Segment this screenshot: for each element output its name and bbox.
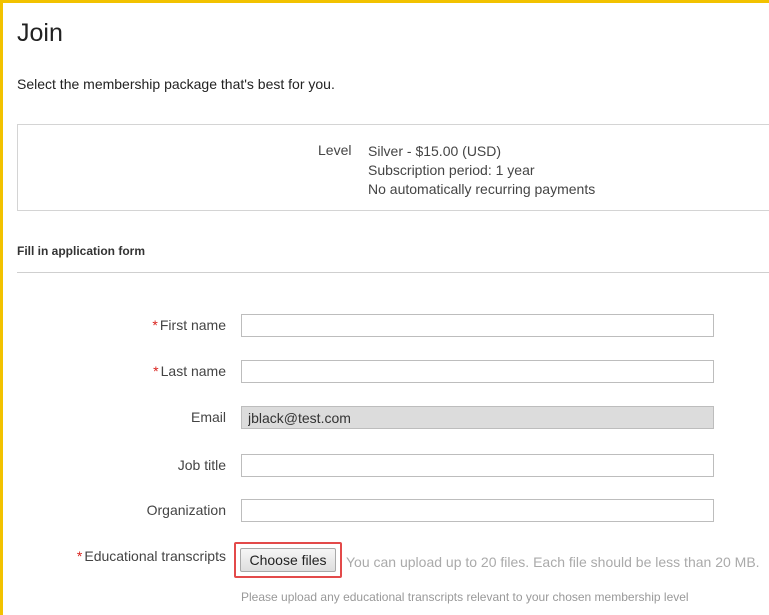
email-field[interactable] [241, 406, 714, 429]
job-title-label: Job title [177, 457, 226, 473]
email-row: Email [3, 406, 769, 430]
required-marker: * [153, 363, 159, 379]
first-name-input[interactable] [241, 314, 714, 337]
last-name-label: * Last name [153, 363, 226, 379]
page-frame: Join Select the membership package that'… [0, 0, 769, 615]
job-title-row: Job title [3, 454, 769, 478]
organization-label: Organization [146, 502, 226, 518]
job-title-input[interactable] [241, 454, 714, 477]
last-name-row: * Last name [3, 360, 769, 384]
required-marker: * [76, 548, 83, 564]
transcripts-help-text: Please upload any educational transcript… [241, 590, 689, 604]
choose-files-highlight: Choose files [234, 542, 342, 578]
application-form-section-title: Fill in application form [17, 244, 146, 258]
upload-limit-hint: You can upload up to 20 files. Each file… [346, 554, 760, 570]
organization-row: Organization [3, 499, 769, 523]
subscription-period: Subscription period: 1 year [368, 162, 535, 178]
first-name-row: * First name [3, 314, 769, 338]
transcripts-label: * Educational transcripts [76, 548, 226, 564]
email-label: Email [190, 409, 226, 425]
membership-package-box: Level Silver - $15.00 (USD) Subscription… [17, 124, 769, 211]
organization-input[interactable] [241, 499, 714, 522]
first-name-label: * First name [152, 317, 226, 333]
recurring-payments-note: No automatically recurring payments [368, 181, 596, 197]
required-marker: * [152, 317, 158, 333]
last-name-input[interactable] [241, 360, 714, 383]
choose-files-button[interactable]: Choose files [240, 548, 336, 572]
section-divider [17, 272, 769, 273]
intro-text: Select the membership package that's bes… [17, 76, 335, 92]
level-label: Level [318, 142, 352, 158]
page-title: Join [17, 19, 63, 47]
level-info: Silver - $15.00 (USD) Subscription perio… [368, 142, 595, 199]
level-name: Silver - $15.00 (USD) [368, 143, 502, 159]
